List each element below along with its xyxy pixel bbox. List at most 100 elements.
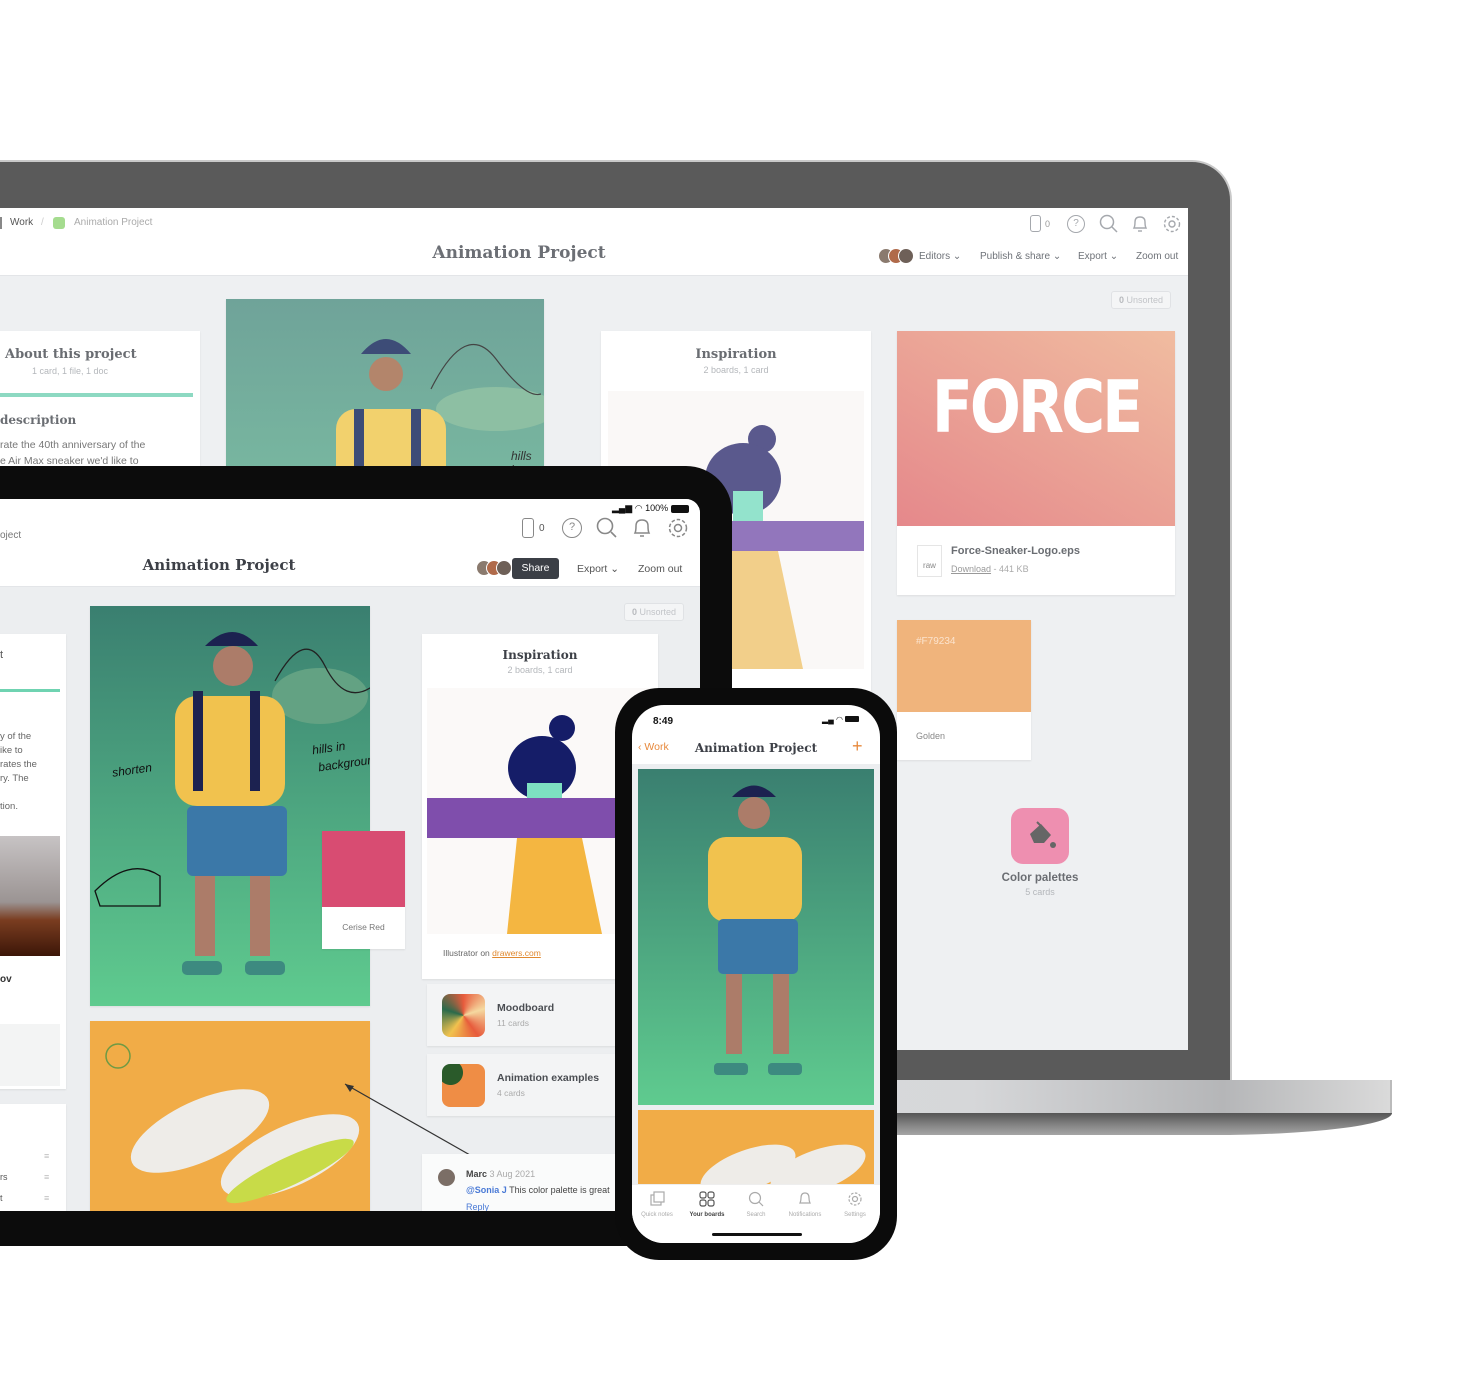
comment-date: 3 Aug 2021 [489, 1169, 536, 1179]
share-button[interactable]: Share [512, 558, 559, 579]
board-moodboard[interactable]: Moodboard 11 cards [427, 984, 617, 1046]
tab-label: Notifications [788, 1212, 822, 1218]
gear-icon[interactable] [667, 517, 689, 539]
drag-handle-icon[interactable]: ≡ [44, 1146, 49, 1167]
tab-settings[interactable]: Settings [830, 1191, 880, 1218]
tab-bar: Quick notes Your boards Search Notificat… [632, 1184, 880, 1243]
breadcrumb-current[interactable]: Animation Project [74, 217, 152, 228]
notes-icon [650, 1191, 665, 1206]
search-icon[interactable] [596, 517, 618, 539]
zoom-out-button[interactable]: Zoom out [1136, 251, 1178, 262]
unsorted-button[interactable]: 0 Unsorted [624, 603, 685, 621]
chevron-down-icon: ⌄ [610, 563, 620, 575]
drag-handle-icon[interactable]: ≡ [44, 1167, 49, 1188]
phone-screen: 8:49 ▂▄ ◠ ‹ Work Animation Project + Qui… [632, 705, 880, 1243]
thumbnail-caption: ov [0, 974, 12, 985]
list-item[interactable]: rs ≡ [0, 1167, 49, 1188]
export-dropdown[interactable]: Export ⌄ [1078, 251, 1118, 262]
color-palettes-board[interactable]: Color palettes 5 cards [990, 808, 1090, 897]
list-item[interactable]: t ≡ [0, 1188, 49, 1209]
list-card[interactable]: ≡ rs ≡ t ≡ [0, 1104, 66, 1211]
file-card[interactable]: FORCE raw Force-Sneaker-Logo.eps Downloa… [897, 331, 1175, 595]
device-count: 0 [1045, 219, 1051, 229]
breadcrumb-work[interactable]: Work [10, 217, 33, 228]
search-icon[interactable] [1099, 214, 1119, 234]
device-count: 0 [539, 523, 545, 534]
board-meta: 5 cards [1025, 887, 1055, 897]
sneakers-photo-card[interactable] [90, 1021, 370, 1211]
battery-level: 100% [645, 503, 669, 513]
breadcrumb-current[interactable]: oject [0, 530, 21, 541]
publish-share-dropdown[interactable]: Publish & share ⌄ [980, 251, 1061, 262]
unsorted-count: 0 [1119, 295, 1125, 305]
unsorted-count: 0 [632, 607, 638, 617]
board-color-icon [53, 217, 65, 229]
tablet-header: ▂▄▆ ◠ 100% oject 0 ? Animation Project S… [0, 499, 700, 587]
character-illustration [336, 339, 544, 479]
device-icon[interactable] [1030, 215, 1041, 232]
download-link[interactable]: Download [951, 564, 991, 574]
reply-link[interactable]: Reply [466, 1202, 489, 1211]
export-dropdown[interactable]: Export ⌄ [577, 563, 619, 575]
inspiration-meta: 2 boards, 1 card [507, 665, 573, 675]
breadcrumb-separator: / [41, 217, 44, 228]
drag-handle-icon[interactable]: ≡ [44, 1188, 49, 1209]
empty-note [0, 1024, 60, 1086]
chevron-down-icon: ⌄ [1052, 251, 1062, 262]
character-illustration-card[interactable] [638, 769, 874, 1105]
chevron-down-icon: ⌄ [952, 251, 962, 262]
unsorted-button[interactable]: 0 Unsorted [1111, 291, 1172, 309]
description-heading: description [0, 413, 77, 427]
unsorted-label: Unsorted [1126, 295, 1164, 305]
about-title: About this project [5, 347, 137, 362]
editors-dropdown[interactable]: Editors ⌄ [919, 251, 961, 262]
credit-link[interactable]: drawers.com [492, 948, 541, 958]
help-icon[interactable]: ? [562, 518, 582, 538]
export-label: Export [577, 563, 608, 575]
help-icon[interactable]: ? [1067, 215, 1085, 233]
laptop-header: Work / Animation Project 0 ? Animation P… [0, 208, 1188, 276]
editor-avatars[interactable] [476, 560, 512, 581]
bell-icon[interactable] [632, 517, 652, 539]
comment-author: Marc [466, 1169, 488, 1179]
board-meta: 4 cards [497, 1088, 525, 1098]
page-title: Animation Project [142, 556, 296, 574]
chevron-down-icon: ⌄ [1109, 251, 1119, 262]
file-size: - 441 KB [993, 564, 1029, 574]
list-item[interactable]: ≡ [0, 1146, 49, 1167]
breadcrumb-divider [0, 217, 2, 229]
home-indicator [712, 1233, 802, 1236]
tab-search[interactable]: Search [731, 1191, 781, 1218]
device-icon[interactable] [522, 518, 534, 538]
avatar [898, 248, 914, 264]
search-icon [748, 1191, 764, 1207]
tablet-screen: ▂▄▆ ◠ 100% oject 0 ? Animation Project S… [0, 499, 700, 1211]
bell-icon [799, 1192, 811, 1204]
tab-label: Quick notes [641, 1212, 673, 1218]
zoom-out-button[interactable]: Zoom out [638, 563, 682, 575]
color-swatch-card[interactable]: #F79234 Golden [897, 620, 1031, 760]
bell-icon[interactable] [1131, 214, 1149, 234]
accent-bar [0, 393, 193, 397]
comment-text: This color palette is great [509, 1185, 610, 1195]
tab-quick-notes[interactable]: Quick notes [632, 1191, 682, 1218]
editor-avatars[interactable] [878, 248, 914, 269]
landscape-thumbnail [0, 836, 60, 956]
commenter-avatar [438, 1169, 455, 1186]
add-button[interactable]: + [852, 736, 863, 757]
sneakers-photo [700, 1144, 866, 1190]
credit-prefix: Illustrator on [443, 948, 490, 958]
comment-mention[interactable]: @Sonia J [466, 1185, 507, 1195]
character-illustration-card[interactable]: hills in [226, 299, 544, 479]
export-label: Export [1078, 251, 1107, 262]
color-swatch-card[interactable]: Cerise Red [322, 831, 405, 949]
board-meta: 11 cards [497, 1018, 529, 1028]
annotation-arrow [344, 1083, 471, 1156]
about-project-card[interactable]: t y of the ike to rates the ry. The tion. o… [0, 634, 66, 1089]
gear-icon[interactable] [1162, 214, 1182, 234]
status-icons: ▂▄ ◠ [822, 715, 860, 724]
sneakers-photo-card[interactable] [638, 1110, 874, 1190]
file-type-icon: raw [917, 545, 942, 577]
tab-your-boards[interactable]: Your boards [682, 1191, 732, 1218]
tab-notifications[interactable]: Notifications [780, 1191, 830, 1218]
